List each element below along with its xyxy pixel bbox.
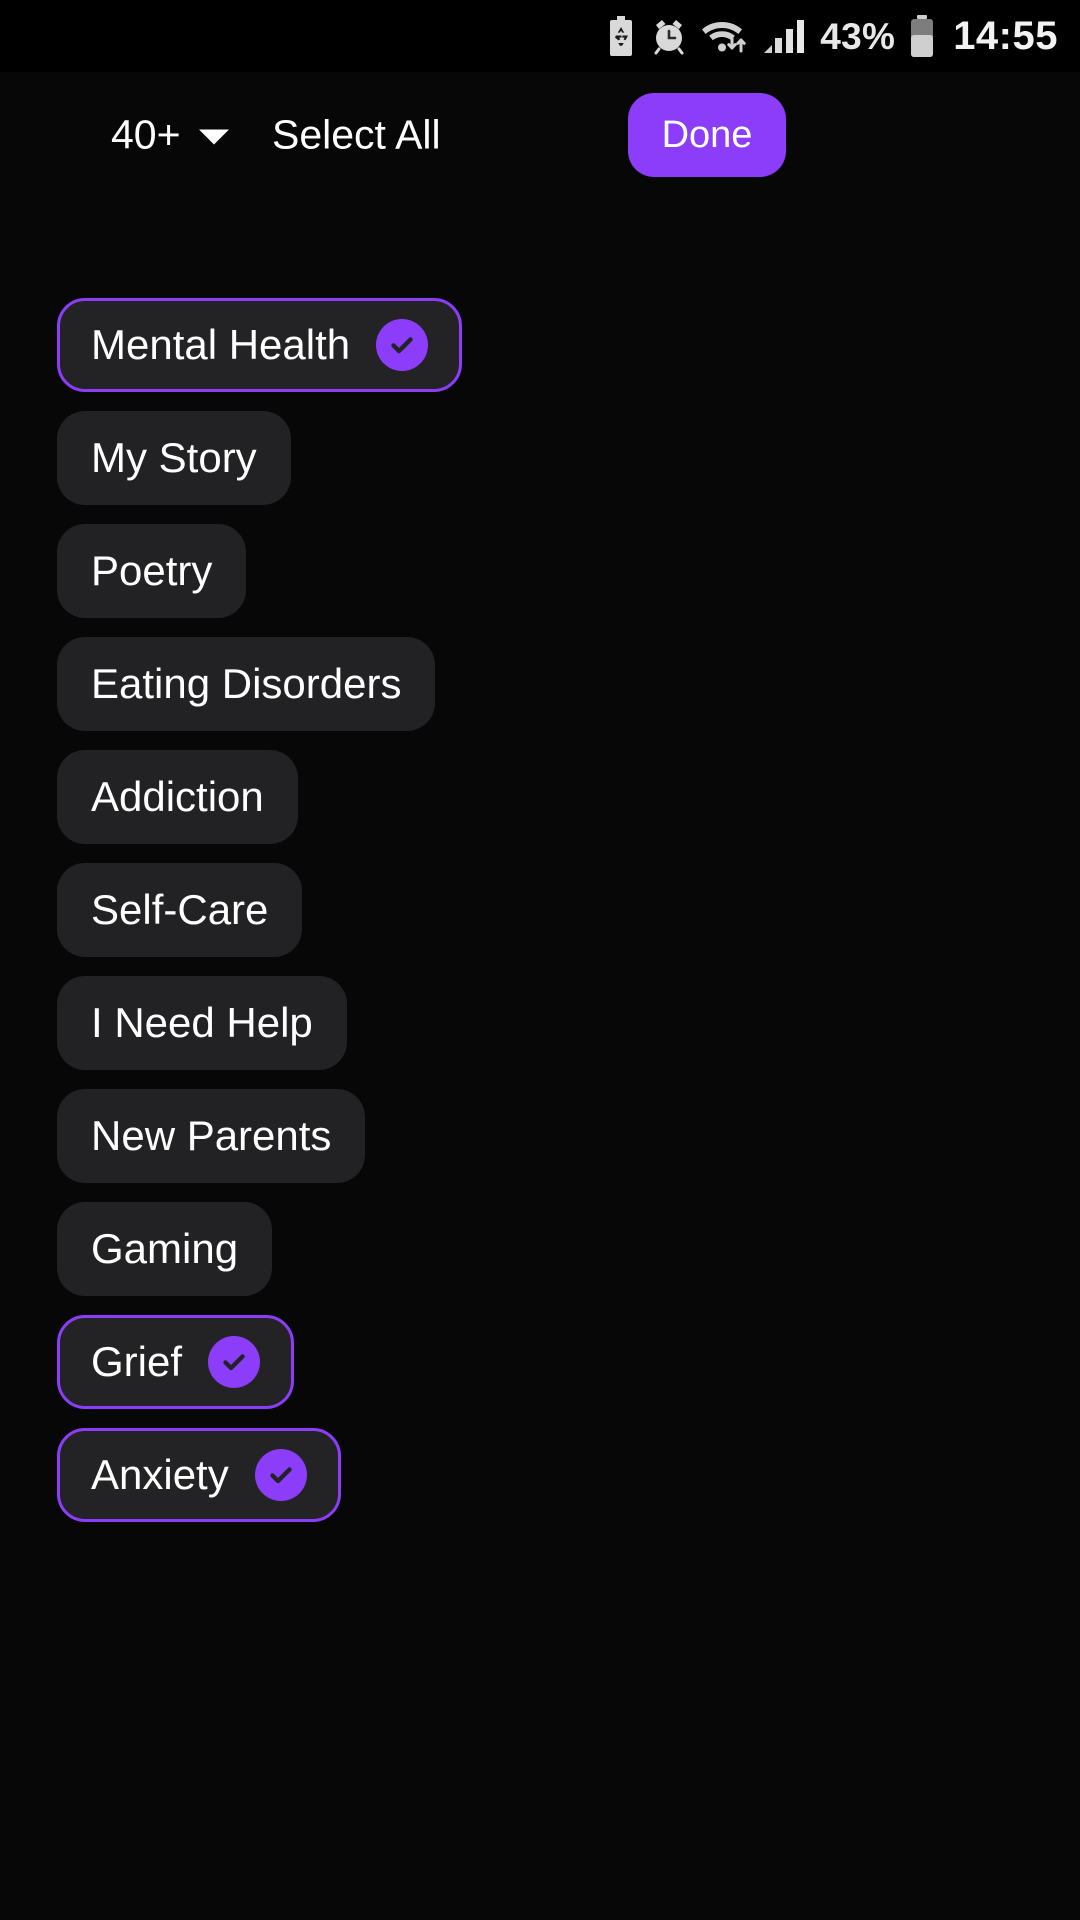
app-screen: 43% 14:55 40+ Select All Done Mental Hea… xyxy=(0,0,1080,1920)
battery-percent-label: 43% xyxy=(820,15,896,57)
check-circle-icon xyxy=(208,1336,261,1388)
topic-chip-label: Addiction xyxy=(91,773,264,820)
topic-chip-list: Mental Health My Story Poetry Eating Disord… xyxy=(57,298,1080,1522)
check-circle-icon xyxy=(254,1449,307,1501)
topic-chip[interactable]: Addiction xyxy=(57,750,298,844)
topic-chip-label: Poetry xyxy=(91,547,213,594)
power-saving-battery-icon xyxy=(606,16,636,56)
alarm-icon xyxy=(650,17,688,55)
cellular-signal-icon xyxy=(762,17,806,55)
topic-chip-label: Self-Care xyxy=(91,886,269,933)
chevron-down-icon xyxy=(198,129,229,145)
topic-chip-label: New Parents xyxy=(91,1112,332,1159)
select-all-button[interactable]: Select All xyxy=(272,114,441,156)
topic-chip[interactable]: Self-Care xyxy=(57,863,303,957)
topic-chip[interactable]: Anxiety xyxy=(57,1428,341,1522)
check-circle-icon xyxy=(376,319,429,371)
topic-chip[interactable]: Mental Health xyxy=(57,298,463,392)
wifi-data-icon xyxy=(702,17,748,55)
battery-icon xyxy=(909,15,935,57)
topic-chip-label: I Need Help xyxy=(91,999,313,1046)
topic-chip[interactable]: Poetry xyxy=(57,524,247,618)
topic-chip[interactable]: I Need Help xyxy=(57,976,347,1070)
topic-chip-label: My Story xyxy=(91,434,257,481)
topic-chip-label: Eating Disorders xyxy=(91,660,402,707)
topic-chip[interactable]: New Parents xyxy=(57,1089,366,1183)
header-bar: 40+ Select All Done xyxy=(0,93,1080,177)
age-filter-label: 40+ xyxy=(111,111,181,158)
status-bar: 43% 14:55 xyxy=(0,0,1080,72)
topic-chip-label: Gaming xyxy=(91,1225,239,1272)
age-filter-dropdown[interactable]: 40+ xyxy=(111,111,229,158)
status-time: 14:55 xyxy=(953,14,1058,58)
topic-chip-label: Anxiety xyxy=(91,1451,229,1498)
topic-chip-label: Grief xyxy=(91,1338,183,1385)
topic-chip-label: Mental Health xyxy=(91,321,351,368)
topic-chip[interactable]: Eating Disorders xyxy=(57,637,436,731)
topic-chip[interactable]: Gaming xyxy=(57,1202,273,1296)
topic-chip[interactable]: Grief xyxy=(57,1315,295,1409)
topic-chip[interactable]: My Story xyxy=(57,411,291,505)
done-button[interactable]: Done xyxy=(628,93,786,177)
